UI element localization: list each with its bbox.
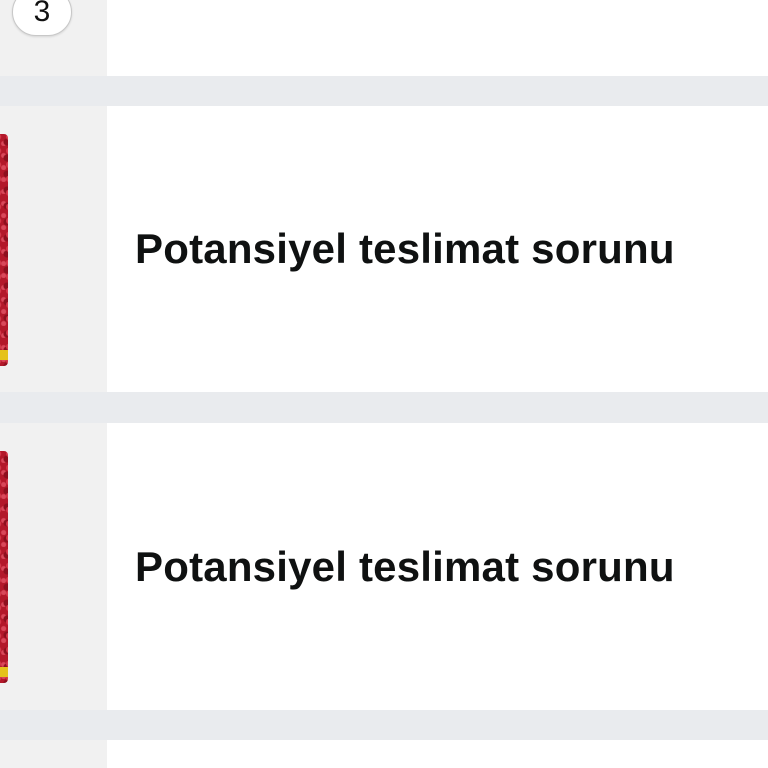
product-thumbnail[interactable]: 3 xyxy=(0,0,107,76)
order-list: 3 Potansiyel teslimat sorunu Potansiyel … xyxy=(0,0,768,768)
product-bag-icon xyxy=(0,134,8,366)
order-card-content: Potansiyel teslimat sorunu xyxy=(107,423,768,710)
delivery-status-text: Potansiyel teslimat sorunu xyxy=(135,225,675,272)
order-card-content xyxy=(107,740,768,768)
order-card-content: Potansiyel teslimat sorunu xyxy=(107,106,768,392)
product-bag-icon xyxy=(0,451,8,683)
delivery-status-text: Potansiyel teslimat sorunu xyxy=(135,542,675,590)
order-card-partial-bottom[interactable] xyxy=(0,740,768,768)
order-card-content xyxy=(107,0,768,76)
product-thumbnail[interactable] xyxy=(0,423,107,710)
order-card-partial-top[interactable]: 3 xyxy=(0,0,768,76)
product-thumbnail[interactable] xyxy=(0,106,107,392)
product-thumbnail[interactable] xyxy=(0,740,107,768)
quantity-badge: 3 xyxy=(12,0,72,36)
order-card[interactable]: Potansiyel teslimat sorunu xyxy=(0,106,768,392)
order-card[interactable]: Potansiyel teslimat sorunu xyxy=(0,423,768,710)
